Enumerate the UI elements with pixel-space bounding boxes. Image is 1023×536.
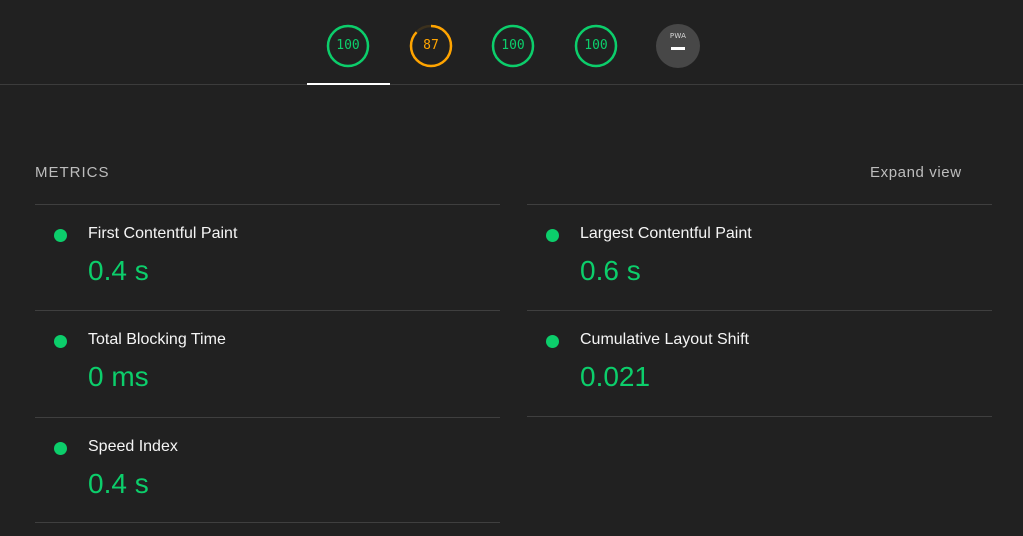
- metric-value: 0.6 s: [580, 255, 641, 286]
- metric-label: First Contentful Paint: [88, 225, 238, 242]
- metric-value: 0.4 s: [88, 468, 149, 499]
- category-gauge-bar: 100 87 100 100 PWA: [0, 0, 1023, 85]
- gauge-score: 87: [423, 38, 439, 53]
- metric-value: 0.4 s: [88, 255, 149, 286]
- metric-total-blocking-time: Total Blocking Time 0 ms: [35, 310, 500, 416]
- metric-speed-index: Speed Index 0.4 s: [35, 417, 500, 523]
- pass-status-icon: [54, 335, 67, 348]
- metrics-section-title: METRICS: [35, 164, 110, 181]
- metric-largest-contentful-paint: Largest Contentful Paint 0.6 s: [527, 204, 992, 310]
- metric-first-contentful-paint: First Contentful Paint 0.4 s: [35, 204, 500, 310]
- metric-label: Cumulative Layout Shift: [580, 331, 749, 348]
- pass-status-icon: [546, 335, 559, 348]
- gauge-seo[interactable]: 100: [574, 24, 618, 68]
- gauge-score: 100: [584, 38, 608, 53]
- metric-label: Speed Index: [88, 438, 178, 455]
- gauge-accessibility[interactable]: 87: [409, 24, 453, 68]
- metric-value: 0.021: [580, 361, 651, 392]
- pass-status-icon: [546, 229, 559, 242]
- metric-label: Largest Contentful Paint: [580, 225, 752, 242]
- gauge-score: 100: [501, 38, 525, 53]
- expand-view-button[interactable]: Expand view: [870, 164, 962, 181]
- dash-icon: [671, 47, 685, 50]
- metric-cumulative-layout-shift: Cumulative Layout Shift 0.021: [527, 310, 992, 416]
- pass-status-icon: [54, 229, 67, 242]
- metric-label: Total Blocking Time: [88, 331, 226, 348]
- gauge-pwa[interactable]: PWA: [656, 24, 700, 68]
- gauge-performance[interactable]: 100: [326, 24, 370, 68]
- metrics-divider: [35, 522, 500, 523]
- gauge-score: 100: [336, 38, 360, 53]
- pwa-label: PWA: [669, 32, 687, 40]
- active-tab-indicator: [307, 83, 390, 85]
- pass-status-icon: [54, 442, 67, 455]
- metric-value: 0 ms: [88, 361, 149, 392]
- metrics-divider: [527, 416, 992, 417]
- gauge-best-practices[interactable]: 100: [491, 24, 535, 68]
